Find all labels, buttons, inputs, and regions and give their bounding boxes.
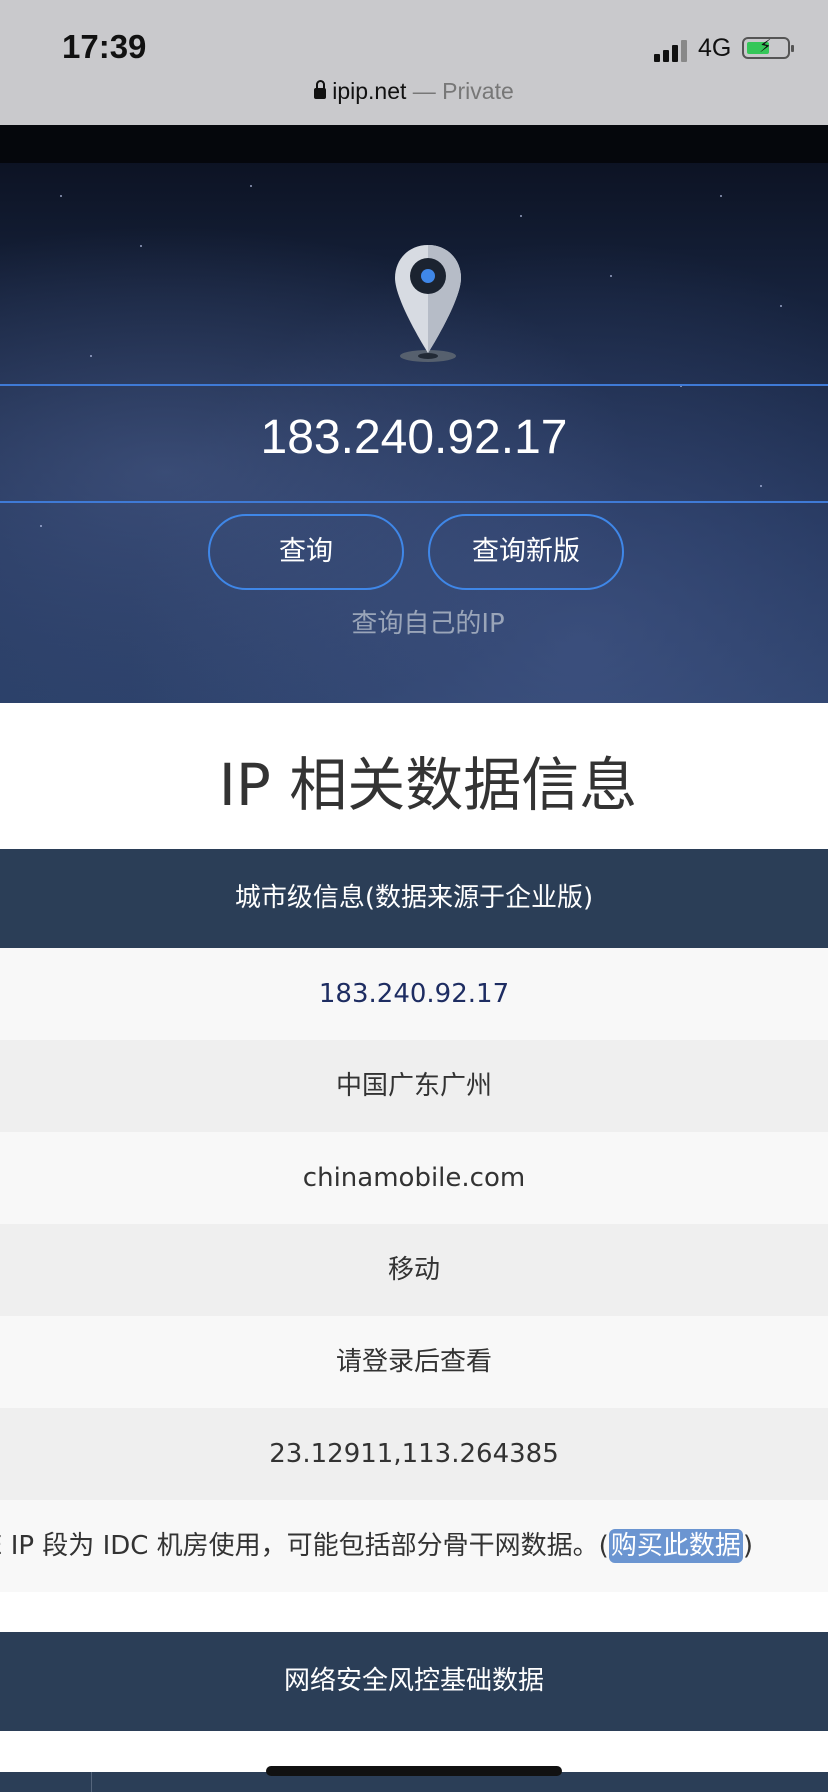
buy-data-link[interactable]: 购买此数据 — [608, 1529, 743, 1563]
login-required-value: 请登录后查看 — [335, 1347, 492, 1377]
city-info-header: 城市级信息(数据来源于企业版) — [0, 849, 828, 948]
address-bar[interactable]: ipip.net — Private — [0, 78, 828, 105]
table-row-isp: 移动 — [0, 1224, 828, 1316]
table-row-coordinates: 23.12911,113.264385 — [0, 1408, 828, 1500]
map-pin-icon — [395, 245, 461, 362]
query-button[interactable]: 查询 — [208, 514, 404, 590]
home-indicator[interactable] — [266, 1766, 562, 1776]
location-value: 中国广东广州 — [335, 1071, 492, 1101]
idc-note-end: ) — [742, 1531, 753, 1561]
battery-charging-icon: ⚡ — [742, 36, 794, 59]
page-title: IP 相关数据信息 — [218, 751, 638, 819]
url-text: ipip.net — [332, 78, 407, 104]
table-row-ip: 183.240.92.17 — [0, 948, 828, 1040]
status-bar: 17:39 4G ⚡ ipip.net — Private — [0, 0, 828, 125]
cellular-signal-icon — [654, 38, 690, 62]
table-row-location: 中国广东广州 — [0, 1040, 828, 1132]
isp-value: 移动 — [387, 1255, 440, 1285]
security-data-header: 网络安全风控基础数据 — [0, 1632, 828, 1731]
ip-input[interactable]: 183.240.92.17 — [0, 410, 828, 465]
network-type: 4G — [698, 34, 732, 62]
lock-icon — [314, 80, 327, 99]
domain-value: chinamobile.com — [302, 1163, 526, 1193]
query-self-ip-link[interactable]: 查询自己的IP — [0, 603, 828, 640]
table-row-login: 请登录后查看 — [0, 1316, 828, 1408]
coordinates-value: 23.12911,113.264385 — [269, 1439, 559, 1469]
search-hero: 183.240.92.17 查询 查询新版 查询自己的IP — [0, 125, 828, 703]
table-row-domain: chinamobile.com — [0, 1132, 828, 1224]
query-new-version-button[interactable]: 查询新版 — [428, 514, 624, 590]
private-label: — Private — [412, 78, 514, 104]
idc-note-text: E IP 段为 IDC 机房使用，可能包括部分骨干网数据。( — [0, 1531, 609, 1561]
ip-value[interactable]: 183.240.92.17 — [319, 979, 509, 1009]
status-time: 17:39 — [62, 28, 147, 65]
table-row-note: E IP 段为 IDC 机房使用，可能包括部分骨干网数据。(购买此数据) — [0, 1500, 828, 1592]
